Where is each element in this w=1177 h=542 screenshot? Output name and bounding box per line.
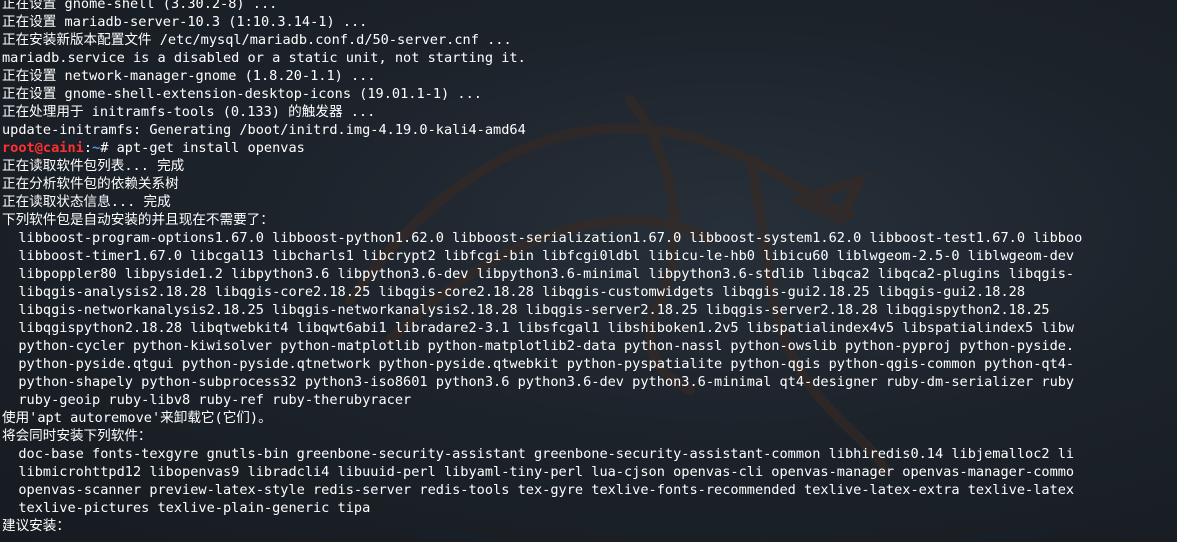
terminal-line: 正在设置 network-manager-gnome (1.8.20-1.1) …: [2, 68, 376, 84]
terminal-line: libboost-timer1.67.0 libcgal13 libcharls…: [2, 248, 1075, 264]
prompt-path: ~: [92, 140, 101, 156]
terminal-line: 正在分析软件包的依赖关系树: [2, 176, 179, 192]
terminal-line: 正在读取状态信息... 完成: [2, 194, 171, 210]
prompt-user-host: root@caini: [2, 140, 84, 156]
terminal-line: libqgis-networkanalysis2.18.25 libqgis-n…: [2, 302, 1050, 318]
terminal-line: python-cycler python-kiwisolver python-m…: [2, 338, 1075, 354]
prompt-symbol: #: [100, 140, 117, 156]
terminal-line: 正在设置 gnome-shell-extension-desktop-icons…: [2, 86, 482, 102]
terminal-line: libmicrohttpd12 libopenvas9 libradcli4 l…: [2, 464, 1075, 480]
terminal-line: python-pyside.qtgui python-pyside.qtnetw…: [2, 356, 1075, 372]
terminal-line: mariadb.service is a disabled or a stati…: [2, 50, 526, 66]
terminal-line: 正在安装新版本配置文件 /etc/mysql/mariadb.conf.d/50…: [2, 32, 512, 48]
terminal-line: libqgis-analysis2.18.28 libqgis-core2.18…: [2, 284, 1026, 300]
terminal-line: doc-base fonts-texgyre gnutls-bin greenb…: [2, 446, 1075, 462]
terminal-line: libqgispython2.18.28 libqtwebkit4 libqwt…: [2, 320, 1075, 336]
command-line[interactable]: root@caini:~# apt-get install openvas: [2, 139, 1082, 157]
prompt-separator: :: [83, 140, 93, 156]
terminal-line: 下列软件包是自动安装的并且现在不需要了：: [2, 212, 274, 228]
terminal-line: 将会同时安装下列软件：: [2, 428, 152, 444]
terminal-line: libpoppler80 libpyside1.2 libpython3.6 l…: [2, 266, 1075, 282]
terminal-line: 使用'apt autoremove'来卸载它(它们)。: [2, 410, 272, 426]
terminal-line: 正在设置 gnome-shell (3.30.2-8) ...: [2, 0, 278, 12]
terminal-line: python-shapely python-subprocess32 pytho…: [2, 374, 1075, 390]
terminal-line: 建议安装：: [2, 518, 70, 534]
terminal-line: update-initramfs: Generating /boot/initr…: [2, 122, 526, 138]
terminal-line: 正在设置 mariadb-server-10.3 (1:10.3.14-1) .…: [2, 14, 368, 30]
terminal-output: 正在设置 gnome-shell (3.30.2-8) ... 正在设置 mar…: [2, 0, 1082, 542]
terminal-line: texlive-pictures texlive-plain-generic t…: [2, 500, 371, 516]
terminal-line: libboost-program-options1.67.0 libboost-…: [2, 230, 1083, 246]
terminal-line: ruby-geoip ruby-libv8 ruby-ref ruby-ther…: [2, 392, 412, 408]
terminal-line: 正在读取软件包列表... 完成: [2, 158, 185, 174]
terminal-line: openvas-scanner preview-latex-style redi…: [2, 482, 1075, 498]
terminal-window[interactable]: 正在设置 gnome-shell (3.30.2-8) ... 正在设置 mar…: [0, 0, 1177, 542]
terminal-line: 正在处理用于 initramfs-tools (0.133) 的触发器 ...: [2, 104, 376, 120]
command-text: apt-get install openvas: [116, 140, 305, 156]
